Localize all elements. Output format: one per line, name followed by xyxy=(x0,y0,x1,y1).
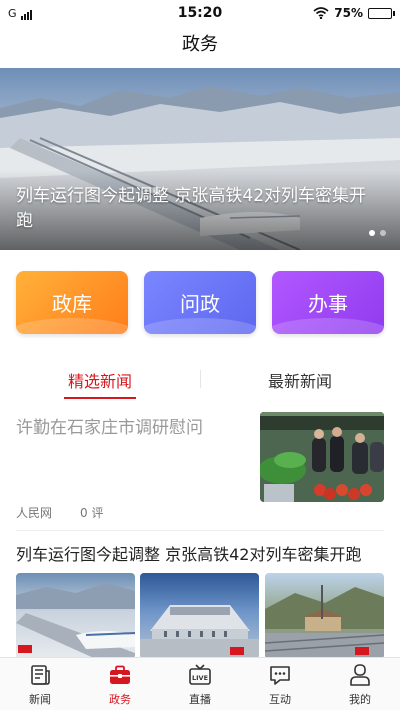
wifi-icon xyxy=(313,7,329,19)
nav-label: 我的 xyxy=(349,693,371,706)
nav-item-government[interactable]: 政务 xyxy=(80,658,160,710)
carousel-indicator xyxy=(369,230,386,236)
carousel-dot xyxy=(369,230,375,236)
nav-label: 新闻 xyxy=(29,693,51,706)
news-meta: 人民网 0 评 xyxy=(16,504,103,521)
live-text: LIVE xyxy=(192,674,208,682)
battery-icon xyxy=(368,7,395,19)
nav-label: 互动 xyxy=(269,693,291,706)
banner-carousel[interactable]: 列车运行图今起调整 京张高铁42对列车密集开跑 xyxy=(0,68,400,250)
zhengku-button[interactable]: 政库 xyxy=(16,271,128,334)
nav-item-live[interactable]: LIVE 直播 xyxy=(160,658,240,710)
news-title[interactable]: 列车运行图今起调整 京张高铁42对列车密集开跑 xyxy=(16,541,386,565)
banshi-button[interactable]: 办事 xyxy=(272,271,384,334)
newspaper-icon xyxy=(31,665,50,685)
battery-percent: 75% xyxy=(334,6,363,20)
nav-label: 政务 xyxy=(109,693,131,706)
nav-item-interaction[interactable]: 互动 xyxy=(240,658,320,710)
news-item[interactable]: 许勤在石家庄市调研慰问 人民网 0 评 xyxy=(0,400,400,530)
news-source: 人民网 xyxy=(16,506,53,520)
status-bar: G 15:20 75% xyxy=(0,0,400,28)
banner-caption: 列车运行图今起调整 京张高铁42对列车密集开跑 xyxy=(16,186,367,231)
page-title: 政务 xyxy=(182,34,218,55)
user-icon xyxy=(350,664,370,686)
tab-featured-news[interactable]: 精选新闻 xyxy=(0,368,200,392)
briefcase-icon xyxy=(110,665,130,684)
nav-item-profile[interactable]: 我的 xyxy=(320,658,400,710)
news-image[interactable] xyxy=(265,573,384,659)
tab-latest-news[interactable]: 最新新闻 xyxy=(200,368,400,392)
active-tab-indicator xyxy=(64,397,136,399)
carousel-dot xyxy=(380,230,386,236)
wenzheng-button[interactable]: 问政 xyxy=(144,271,256,334)
news-image[interactable] xyxy=(140,573,259,659)
bottom-nav: 新闻 政务 LIVE 直播 互动 我的 xyxy=(0,657,400,710)
news-title: 许勤在石家庄市调研慰问 xyxy=(16,418,203,438)
news-comment-count: 0 评 xyxy=(80,506,104,520)
nav-label: 直播 xyxy=(189,693,211,706)
nav-item-news[interactable]: 新闻 xyxy=(0,658,80,710)
news-image[interactable] xyxy=(16,573,135,659)
news-thumbnail xyxy=(260,412,384,502)
divider xyxy=(16,530,384,531)
news-tabs: 精选新闻 最新新闻 xyxy=(0,360,400,400)
chat-bubble-icon xyxy=(270,666,290,685)
live-tv-icon: LIVE xyxy=(189,664,211,685)
status-right: 75% xyxy=(313,6,395,20)
